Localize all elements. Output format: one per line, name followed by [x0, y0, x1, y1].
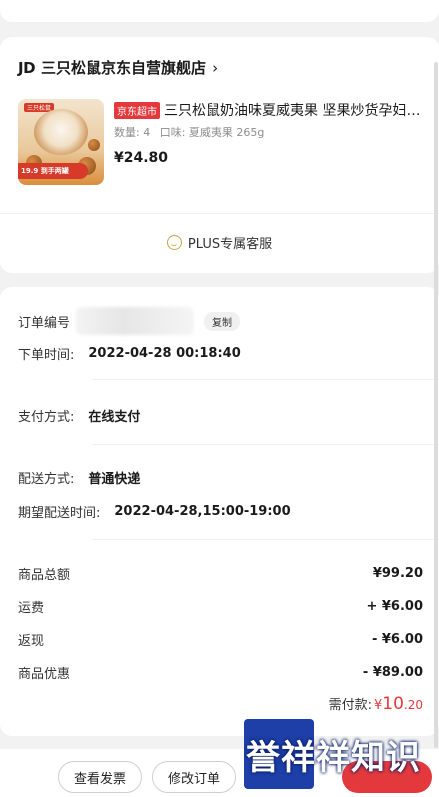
order-number-redacted	[76, 307, 195, 335]
chevron-right-icon: ›	[212, 58, 219, 77]
shipping-method-label: 配送方式:	[18, 472, 75, 487]
jd-logo: JD	[18, 58, 36, 77]
jd-supermarket-badge: 京东超市	[114, 101, 160, 119]
order-time-value: 2022-04-28 00:18:40	[88, 346, 241, 361]
freight-row: 运费 + ¥6.00	[18, 597, 423, 616]
watermark-text: 誉祥祥知识	[246, 738, 421, 778]
goods-total-label: 商品总额	[18, 568, 71, 583]
order-time-row: 下单时间: 2022-04-28 00:18:40	[18, 344, 241, 363]
discount-value: - ¥89.00	[362, 665, 423, 680]
product-quantity: 数量: 4	[114, 126, 151, 139]
modify-order-button[interactable]: 修改订单	[152, 761, 236, 793]
product-flavor: 口味: 夏威夷果 265g	[159, 126, 265, 139]
watermark-logo: 誉祥祥知识	[236, 712, 439, 797]
goods-total-row: 商品总额 ¥99.20	[18, 564, 423, 583]
expected-delivery-row: 期望配送时间: 2022-04-28,15:00-19:00	[18, 502, 291, 521]
copy-button[interactable]: 复制	[204, 311, 241, 331]
shipping-method-row: 配送方式: 普通快递	[18, 468, 140, 487]
payment-method-label: 支付方式:	[18, 410, 75, 425]
product-spec: 数量: 4 口味: 夏威夷果 265g	[114, 124, 430, 140]
divider	[92, 539, 439, 540]
payable-currency: ¥	[373, 698, 383, 713]
expected-delivery-value: 2022-04-28,15:00-19:00	[114, 504, 291, 519]
cashback-label: 返现	[18, 634, 45, 649]
divider	[0, 213, 439, 214]
shipping-method-value: 普通快递	[88, 472, 141, 487]
freight-label: 运费	[18, 601, 45, 616]
divider	[92, 444, 439, 445]
freight-value: + ¥6.00	[366, 599, 423, 614]
shop-header[interactable]: JD 三只松鼠京东自营旗舰店 ›	[18, 57, 218, 78]
payable-label: 需付款:	[328, 698, 372, 713]
order-number-row: 订单编号 复制	[18, 307, 241, 335]
cashback-row: 返现 - ¥6.00	[18, 630, 423, 649]
order-number-label: 订单编号	[18, 315, 71, 331]
product-thumbnail[interactable]: 三只松鼠 19.9 到手两罐	[18, 99, 104, 185]
smile-service-icon	[166, 235, 182, 250]
shop-name: 三只松鼠京东自营旗舰店	[41, 59, 207, 77]
bowl-graphic	[34, 109, 88, 155]
goods-total-value: ¥99.20	[372, 566, 423, 581]
thumb-promo-banner: 19.9 到手两罐	[18, 163, 88, 179]
shop-card: JD 三只松鼠京东自营旗舰店 › 三只松鼠 19.9 到手两罐 京东超市 三只松…	[0, 37, 439, 273]
product-price: ¥24.80	[114, 150, 169, 166]
divider	[92, 379, 439, 380]
plus-service-button[interactable]: PLUS专属客服	[0, 233, 439, 252]
product-item[interactable]: 三只松鼠 19.9 到手两罐 京东超市 三只松鼠奶油味夏威夷果 坚果炒货孕妇… …	[18, 99, 430, 189]
scrollbar[interactable]	[434, 62, 438, 748]
plus-service-label: PLUS专属客服	[187, 237, 273, 252]
expected-delivery-label: 期望配送时间:	[18, 506, 101, 521]
product-title: 三只松鼠奶油味夏威夷果 坚果炒货孕妇…	[164, 103, 421, 119]
payment-method-row: 支付方式: 在线支付	[18, 406, 140, 425]
discount-label: 商品优惠	[18, 667, 71, 682]
previous-card	[0, 0, 439, 22]
payable-integer: 10	[382, 694, 404, 714]
order-time-label: 下单时间:	[18, 348, 75, 363]
view-invoice-button[interactable]: 查看发票	[58, 761, 142, 793]
product-info: 京东超市 三只松鼠奶油味夏威夷果 坚果炒货孕妇… 数量: 4 口味: 夏威夷果 …	[114, 99, 430, 166]
payable-decimal: .20	[403, 698, 423, 712]
discount-row: 商品优惠 - ¥89.00	[18, 663, 423, 682]
cashback-value: - ¥6.00	[371, 632, 423, 647]
order-info-card: 订单编号 复制 下单时间: 2022-04-28 00:18:40 支付方式: …	[0, 287, 439, 736]
payment-method-value: 在线支付	[88, 410, 141, 425]
payable-row: 需付款: ¥ 10 .20	[329, 694, 423, 714]
nut-graphic	[88, 139, 100, 151]
